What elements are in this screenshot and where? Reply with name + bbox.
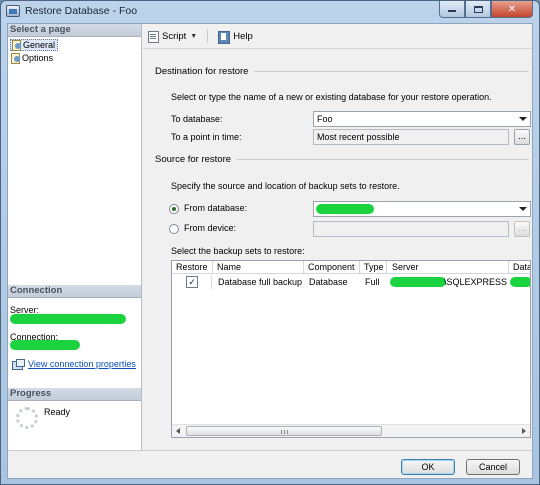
help-label: Help bbox=[233, 30, 253, 42]
point-in-time-browse-button[interactable]: ... bbox=[514, 129, 530, 145]
caption-buttons: ✕ bbox=[439, 1, 533, 18]
minimize-button[interactable] bbox=[439, 1, 465, 18]
page-icon bbox=[10, 53, 20, 64]
scrollbar-thumb[interactable] bbox=[186, 426, 382, 436]
column-header-database[interactable]: Datab bbox=[513, 262, 530, 272]
divider bbox=[254, 71, 529, 72]
point-in-time-value: Most recent possible bbox=[317, 132, 400, 142]
server-value-redacted bbox=[10, 314, 126, 324]
select-page-header: Select a page bbox=[8, 24, 141, 37]
from-database-radio[interactable] bbox=[169, 204, 179, 214]
component-cell: Database bbox=[309, 277, 348, 287]
column-header-component[interactable]: Component bbox=[308, 262, 355, 272]
backup-name-cell: Database full backup bbox=[218, 277, 303, 287]
toolbar: Script ▼ Help bbox=[143, 24, 532, 48]
column-header-server[interactable]: Server bbox=[392, 262, 419, 272]
cancel-button[interactable]: Cancel bbox=[466, 459, 520, 475]
progress-header: Progress bbox=[8, 388, 141, 401]
column-separator bbox=[359, 261, 360, 274]
minimize-icon bbox=[448, 10, 456, 12]
to-database-combobox[interactable]: Foo bbox=[313, 111, 531, 127]
database-name-redacted bbox=[510, 277, 530, 287]
horizontal-scrollbar[interactable] bbox=[172, 424, 530, 437]
close-icon: ✕ bbox=[507, 3, 517, 15]
chevron-down-icon: ▼ bbox=[190, 32, 198, 40]
chevron-down-icon bbox=[519, 207, 527, 211]
progress-status: Ready bbox=[44, 407, 71, 417]
scroll-right-icon[interactable] bbox=[522, 428, 526, 434]
column-header-type[interactable]: Type bbox=[364, 262, 384, 272]
type-cell: Full bbox=[365, 277, 380, 287]
backup-sets-label: Select the backup sets to restore: bbox=[171, 246, 305, 256]
ok-button[interactable]: OK bbox=[401, 459, 455, 475]
from-database-value-redacted bbox=[316, 204, 374, 214]
view-connection-properties-link[interactable]: View connection properties bbox=[28, 359, 136, 369]
page-icon bbox=[11, 40, 21, 51]
restore-checkbox[interactable]: ✓ bbox=[186, 276, 198, 288]
column-separator bbox=[212, 261, 213, 274]
page-item-label: General bbox=[23, 40, 56, 50]
maximize-button[interactable] bbox=[465, 1, 491, 18]
to-database-label: To database: bbox=[171, 114, 223, 124]
from-device-field bbox=[313, 221, 509, 237]
help-button[interactable]: Help bbox=[218, 30, 253, 44]
scroll-left-icon[interactable] bbox=[176, 428, 180, 434]
maximize-icon bbox=[473, 5, 483, 13]
column-separator bbox=[386, 261, 387, 274]
source-description: Specify the source and location of backu… bbox=[171, 181, 400, 191]
footer-divider bbox=[8, 450, 532, 451]
script-label: Script bbox=[162, 30, 187, 42]
page-item-label: Options bbox=[22, 53, 54, 63]
grip-icon bbox=[281, 430, 288, 434]
connection-properties-icon bbox=[12, 359, 25, 370]
server-cell: \SQLEXPRESS bbox=[444, 277, 508, 287]
connection-header: Connection bbox=[8, 285, 141, 298]
window-title: Restore Database - Foo bbox=[25, 5, 138, 17]
connection-value-redacted bbox=[10, 340, 80, 350]
table-row[interactable]: ✓ Database full backup Database Full \SQ… bbox=[172, 275, 530, 289]
title-bar[interactable]: Restore Database - Foo ✕ bbox=[1, 1, 539, 23]
column-separator bbox=[508, 261, 509, 274]
from-database-label[interactable]: From database: bbox=[184, 203, 247, 213]
server-name-redacted bbox=[390, 277, 446, 287]
left-pane: Select a page General Options Connection… bbox=[8, 24, 142, 450]
from-device-radio[interactable] bbox=[169, 224, 179, 234]
point-in-time-field: Most recent possible bbox=[313, 129, 509, 145]
destination-group-title: Destination for restore bbox=[155, 66, 529, 77]
column-header-restore[interactable]: Restore bbox=[176, 262, 208, 272]
source-group-title: Source for restore bbox=[155, 154, 529, 165]
app-icon bbox=[6, 5, 20, 17]
page-item-general[interactable]: General bbox=[10, 39, 59, 51]
script-button[interactable]: Script ▼ bbox=[147, 30, 198, 43]
dialog-client-area: Select a page General Options Connection… bbox=[7, 23, 533, 479]
restore-database-window: Restore Database - Foo ✕ Select a page G… bbox=[0, 0, 540, 485]
help-icon bbox=[218, 30, 231, 44]
column-separator bbox=[303, 261, 304, 274]
from-device-label[interactable]: From device: bbox=[184, 223, 236, 233]
right-pane: Script ▼ Help Destination for restore Se… bbox=[143, 24, 532, 450]
toolbar-separator bbox=[207, 29, 209, 43]
progress-spinner-icon bbox=[16, 407, 38, 429]
from-device-browse-button: ... bbox=[514, 221, 530, 237]
destination-description: Select or type the name of a new or exis… bbox=[171, 92, 492, 102]
to-database-value: Foo bbox=[317, 114, 333, 124]
page-item-options[interactable]: Options bbox=[10, 52, 55, 64]
close-button[interactable]: ✕ bbox=[491, 1, 533, 18]
from-database-combobox[interactable] bbox=[313, 201, 531, 217]
restore-cell: ✓ bbox=[172, 275, 212, 289]
chevron-down-icon bbox=[519, 117, 527, 121]
point-in-time-label: To a point in time: bbox=[171, 132, 242, 142]
destination-title-text: Destination for restore bbox=[155, 66, 249, 77]
column-header-name[interactable]: Name bbox=[217, 262, 241, 272]
toolbar-divider bbox=[143, 48, 532, 49]
script-icon bbox=[147, 30, 159, 43]
view-connection-properties-row[interactable]: View connection properties bbox=[12, 359, 136, 370]
divider bbox=[237, 159, 529, 160]
source-title-text: Source for restore bbox=[155, 154, 232, 165]
grid-header: Restore Name Component Type Server Datab bbox=[172, 261, 530, 274]
backup-sets-grid[interactable]: Restore Name Component Type Server Datab… bbox=[171, 260, 531, 438]
